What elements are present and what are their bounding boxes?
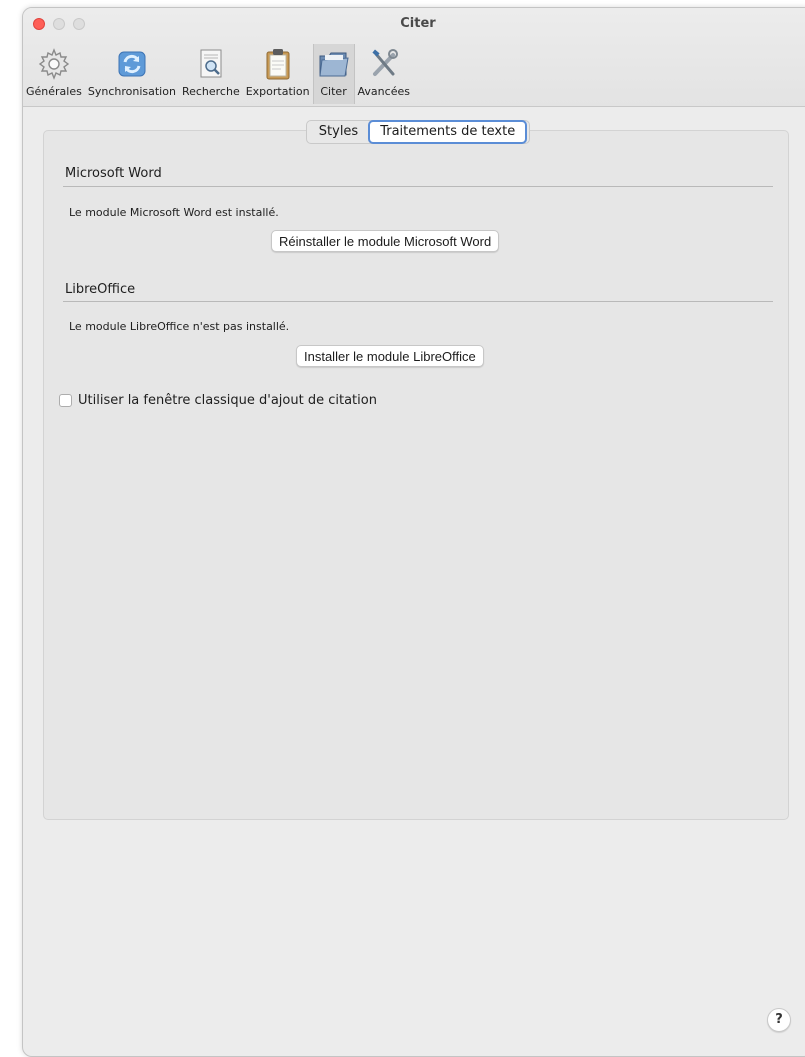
sync-icon bbox=[118, 51, 146, 77]
toolbar-item-generales[interactable]: Générales bbox=[23, 44, 85, 104]
help-button[interactable]: ? bbox=[767, 1008, 791, 1032]
libreoffice-status: Le module LibreOffice n'est pas installé… bbox=[69, 320, 290, 333]
reinstall-word-module-button[interactable]: Réinstaller le module Microsoft Word bbox=[271, 230, 500, 252]
tab-styles[interactable]: Styles bbox=[309, 121, 368, 143]
toolbar-label: Synchronisation bbox=[87, 85, 176, 98]
tab-group: Styles Traitements de texte bbox=[305, 120, 531, 144]
section-divider bbox=[63, 186, 773, 187]
toolbar-label: Exportation bbox=[245, 85, 310, 98]
toolbar-item-recherche[interactable]: Recherche bbox=[179, 44, 243, 104]
toolbar-item-citer[interactable]: Citer bbox=[312, 44, 355, 104]
segmented-tabs: Styles Traitements de texte bbox=[23, 120, 805, 144]
microsoft-word-heading: Microsoft Word bbox=[65, 166, 162, 181]
toolbar-label: Générales bbox=[26, 85, 82, 98]
classic-dialog-checkbox[interactable] bbox=[59, 394, 72, 407]
toolbar-item-exportation[interactable]: Exportation bbox=[243, 44, 313, 104]
search-document-icon bbox=[200, 49, 222, 78]
tools-icon bbox=[372, 49, 398, 76]
install-libreoffice-module-button[interactable]: Installer le module LibreOffice bbox=[296, 345, 484, 367]
toolbar-label: Citer bbox=[320, 85, 347, 98]
preferences-window: Citer Générales Synchronisation Recherch… bbox=[22, 7, 805, 1057]
tab-traitements-de-texte[interactable]: Traitements de texte bbox=[368, 120, 528, 144]
libreoffice-heading: LibreOffice bbox=[65, 282, 136, 297]
title-bar: Citer Générales Synchronisation Recherch… bbox=[23, 8, 805, 107]
folder-icon bbox=[318, 52, 349, 77]
microsoft-word-status: Le module Microsoft Word est installé. bbox=[69, 206, 279, 219]
toolbar-label: Avancées bbox=[357, 85, 410, 98]
toolbar-label: Recherche bbox=[181, 85, 240, 98]
clipboard-icon bbox=[266, 49, 290, 80]
preferences-toolbar: Générales Synchronisation Recherche Expo… bbox=[23, 44, 413, 104]
section-divider bbox=[63, 301, 773, 302]
classic-dialog-label: Utiliser la fenêtre classique d'ajout de… bbox=[78, 393, 377, 408]
gear-icon bbox=[38, 48, 70, 80]
classic-dialog-option[interactable]: Utiliser la fenêtre classique d'ajout de… bbox=[59, 393, 377, 408]
window-title: Citer bbox=[400, 16, 436, 31]
toolbar-item-synchronisation[interactable]: Synchronisation bbox=[85, 44, 179, 104]
toolbar-item-avancees[interactable]: Avancées bbox=[355, 44, 413, 104]
